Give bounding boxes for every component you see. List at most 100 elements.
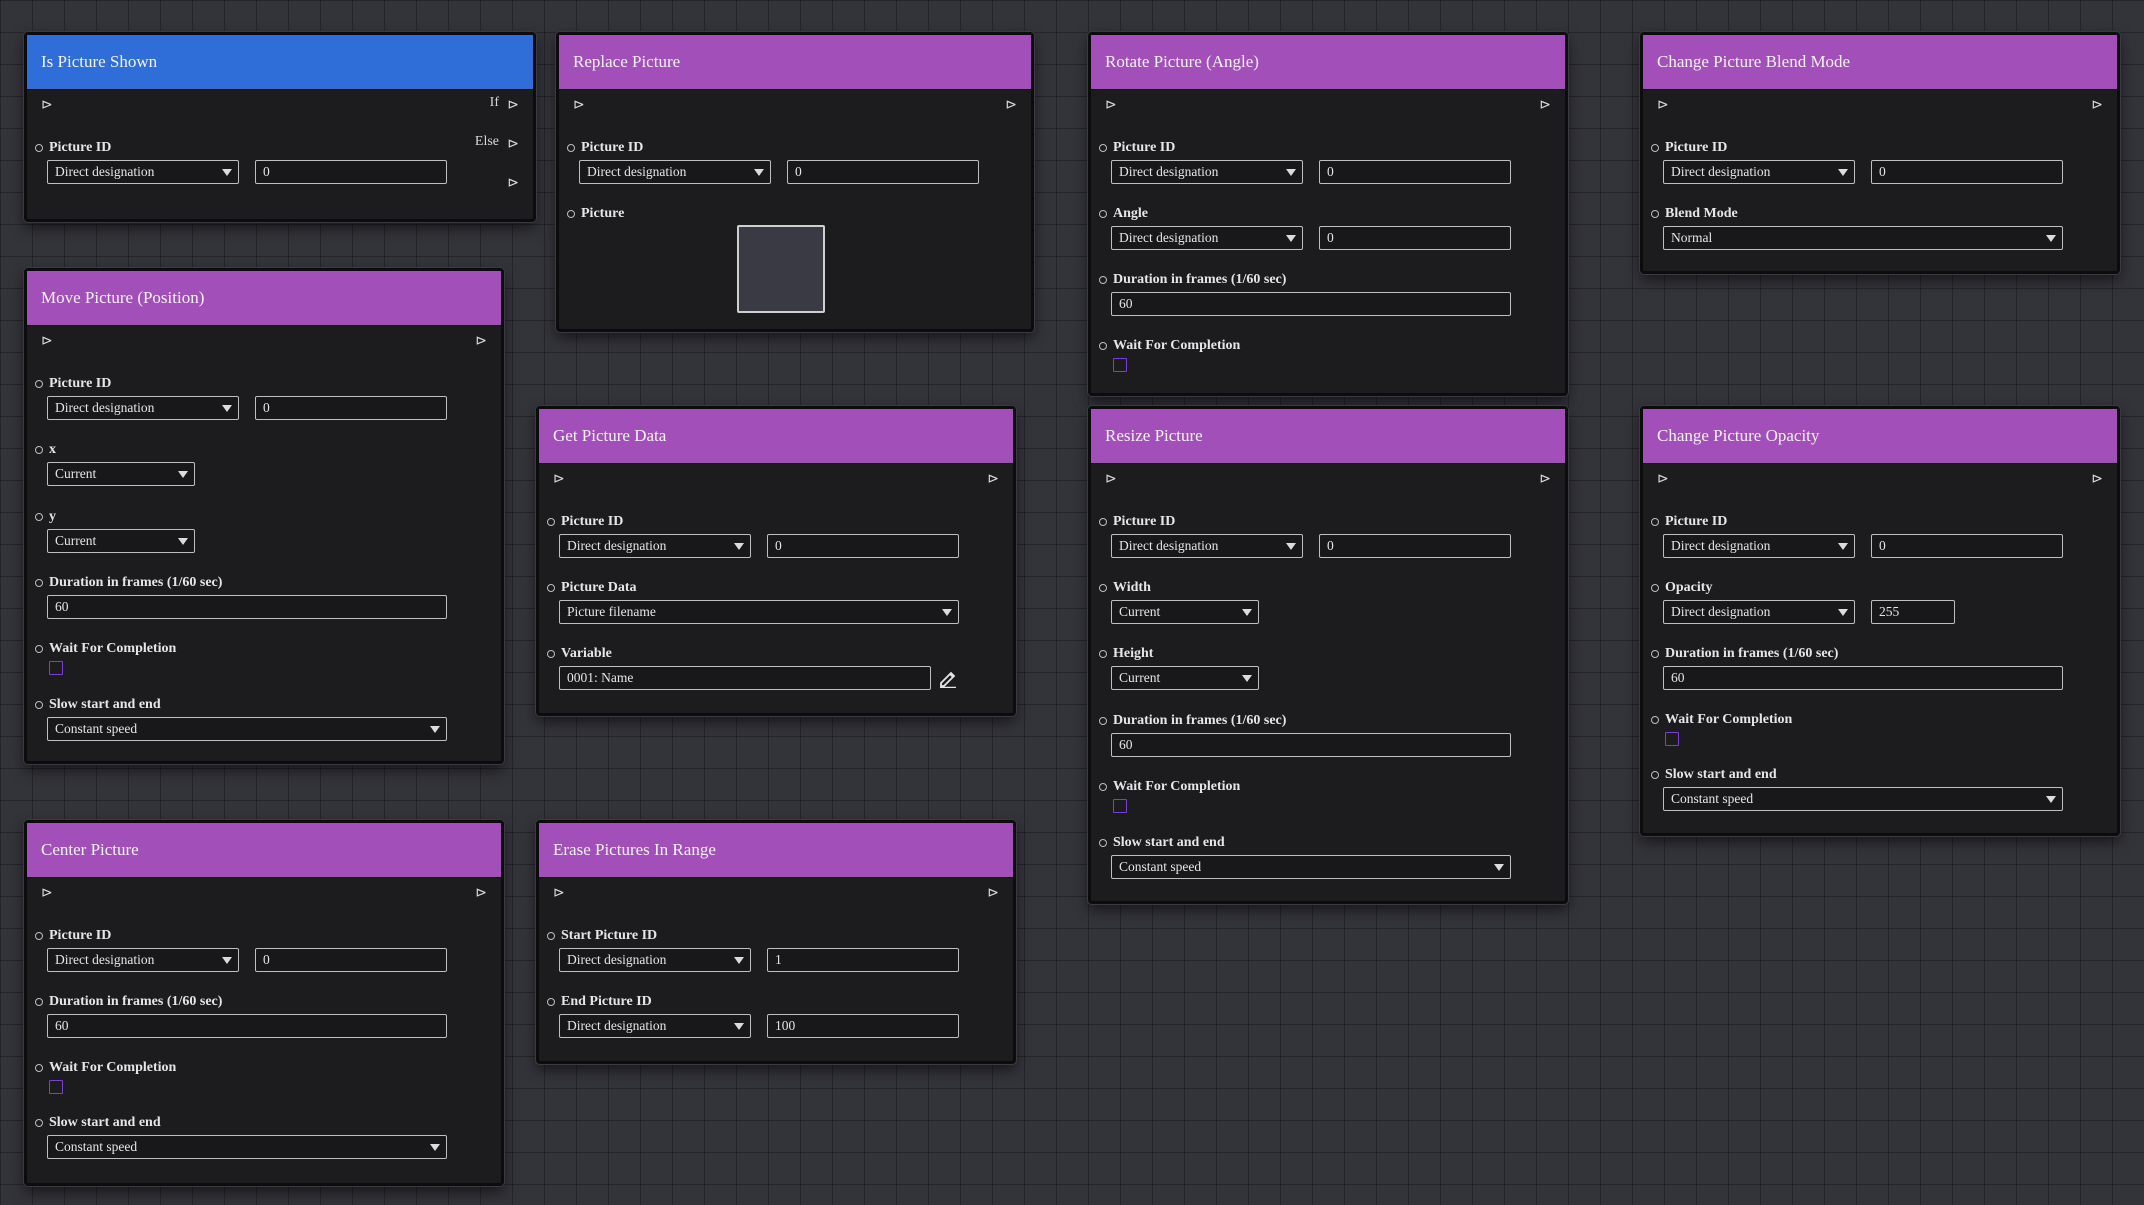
exec-in-pin-icon[interactable]: ⊳: [573, 99, 585, 113]
exec-out-pin-icon[interactable]: ⊳: [1539, 99, 1551, 113]
node-erase-pictures-range[interactable]: Erase Pictures In Range ⊳ ⊳ Start Pictur…: [536, 820, 1016, 1064]
input-pin-icon[interactable]: [1099, 783, 1107, 791]
picture-id-input[interactable]: 0: [787, 160, 979, 184]
input-pin-icon[interactable]: [547, 998, 555, 1006]
exec-in-pin-icon[interactable]: ⊳: [1105, 99, 1117, 113]
input-pin-icon[interactable]: [35, 513, 43, 521]
wait-for-completion-checkbox[interactable]: [1113, 799, 1127, 813]
input-pin-icon[interactable]: [1099, 584, 1107, 592]
input-pin-icon[interactable]: [1651, 650, 1659, 658]
input-pin-icon[interactable]: [35, 446, 43, 454]
picture-id-input[interactable]: 0: [1871, 534, 2063, 558]
wait-for-completion-checkbox[interactable]: [49, 1080, 63, 1094]
node-title[interactable]: Center Picture: [27, 823, 501, 878]
picture-id-input[interactable]: 0: [255, 396, 447, 420]
start-id-mode-select[interactable]: Direct designation: [559, 948, 751, 972]
input-pin-icon[interactable]: [35, 1119, 43, 1127]
picture-data-select[interactable]: Picture filename: [559, 600, 959, 624]
node-title[interactable]: Change Picture Blend Mode: [1643, 35, 2117, 90]
picture-id-mode-select[interactable]: Direct designation: [47, 948, 239, 972]
picture-id-input[interactable]: 0: [767, 534, 959, 558]
picture-id-mode-select[interactable]: Direct designation: [1663, 160, 1855, 184]
input-pin-icon[interactable]: [35, 998, 43, 1006]
node-title[interactable]: Replace Picture: [559, 35, 1031, 90]
exec-in-pin-icon[interactable]: ⊳: [41, 99, 53, 113]
end-id-input[interactable]: 100: [767, 1014, 959, 1038]
input-pin-icon[interactable]: [35, 701, 43, 709]
exec-out-pin-icon[interactable]: ⊳: [1539, 473, 1551, 487]
easing-select[interactable]: Constant speed: [1111, 855, 1511, 879]
input-pin-icon[interactable]: [1651, 716, 1659, 724]
input-pin-icon[interactable]: [1651, 771, 1659, 779]
wait-for-completion-checkbox[interactable]: [49, 661, 63, 675]
exec-out-pin-icon[interactable]: ⊳: [2091, 99, 2103, 113]
exec-out-if-pin-icon[interactable]: ⊳: [507, 99, 519, 113]
exec-in-pin-icon[interactable]: ⊳: [1657, 99, 1669, 113]
angle-input[interactable]: 0: [1319, 226, 1511, 250]
exec-in-pin-icon[interactable]: ⊳: [1105, 473, 1117, 487]
node-title[interactable]: Is Picture Shown: [27, 35, 533, 90]
angle-mode-select[interactable]: Direct designation: [1111, 226, 1303, 250]
picture-id-mode-select[interactable]: Direct designation: [1111, 160, 1303, 184]
picture-id-input[interactable]: 0: [1871, 160, 2063, 184]
input-pin-icon[interactable]: [35, 144, 43, 152]
picture-thumbnail-selector[interactable]: [737, 225, 825, 313]
input-pin-icon[interactable]: [35, 645, 43, 653]
node-is-picture-shown[interactable]: Is Picture Shown ⊳ If ⊳ Else ⊳ ⊳ Picture…: [24, 32, 536, 222]
input-pin-icon[interactable]: [35, 579, 43, 587]
node-replace-picture[interactable]: Replace Picture ⊳ ⊳ Picture ID Direct de…: [556, 32, 1034, 332]
opacity-mode-select[interactable]: Direct designation: [1663, 600, 1855, 624]
picture-id-input[interactable]: 0: [255, 160, 447, 184]
node-title[interactable]: Move Picture (Position): [27, 271, 501, 326]
input-pin-icon[interactable]: [1651, 584, 1659, 592]
width-select[interactable]: Current: [1111, 600, 1259, 624]
picture-id-mode-select[interactable]: Direct designation: [1111, 534, 1303, 558]
input-pin-icon[interactable]: [547, 584, 555, 592]
input-pin-icon[interactable]: [1099, 144, 1107, 152]
exec-out-next-pin-icon[interactable]: ⊳: [507, 177, 519, 191]
duration-input[interactable]: 60: [1111, 292, 1511, 316]
input-pin-icon[interactable]: [35, 1064, 43, 1072]
input-pin-icon[interactable]: [1099, 276, 1107, 284]
height-select[interactable]: Current: [1111, 666, 1259, 690]
exec-in-pin-icon[interactable]: ⊳: [553, 887, 565, 901]
duration-input[interactable]: 60: [1111, 733, 1511, 757]
node-center-picture[interactable]: Center Picture ⊳ ⊳ Picture ID Direct des…: [24, 820, 504, 1186]
input-pin-icon[interactable]: [1651, 518, 1659, 526]
input-pin-icon[interactable]: [567, 144, 575, 152]
node-rotate-picture[interactable]: Rotate Picture (Angle) ⊳ ⊳ Picture ID Di…: [1088, 32, 1568, 396]
input-pin-icon[interactable]: [567, 210, 575, 218]
opacity-input[interactable]: 255: [1871, 600, 1955, 624]
easing-select[interactable]: Constant speed: [47, 1135, 447, 1159]
duration-input[interactable]: 60: [1663, 666, 2063, 690]
picture-id-mode-select[interactable]: Direct designation: [579, 160, 771, 184]
input-pin-icon[interactable]: [547, 650, 555, 658]
picture-id-mode-select[interactable]: Direct designation: [559, 534, 751, 558]
input-pin-icon[interactable]: [1099, 210, 1107, 218]
start-id-input[interactable]: 1: [767, 948, 959, 972]
exec-in-pin-icon[interactable]: ⊳: [1657, 473, 1669, 487]
input-pin-icon[interactable]: [1099, 717, 1107, 725]
exec-out-pin-icon[interactable]: ⊳: [987, 473, 999, 487]
node-change-opacity[interactable]: Change Picture Opacity ⊳ ⊳ Picture ID Di…: [1640, 406, 2120, 836]
exec-out-pin-icon[interactable]: ⊳: [475, 887, 487, 901]
input-pin-icon[interactable]: [1099, 650, 1107, 658]
input-pin-icon[interactable]: [1651, 144, 1659, 152]
exec-out-pin-icon[interactable]: ⊳: [1005, 99, 1017, 113]
pencil-icon[interactable]: [938, 668, 958, 688]
node-change-blend-mode[interactable]: Change Picture Blend Mode ⊳ ⊳ Picture ID…: [1640, 32, 2120, 274]
input-pin-icon[interactable]: [1099, 518, 1107, 526]
node-title[interactable]: Change Picture Opacity: [1643, 409, 2117, 464]
picture-id-mode-select[interactable]: Direct designation: [47, 396, 239, 420]
input-pin-icon[interactable]: [547, 932, 555, 940]
picture-id-input[interactable]: 0: [1319, 160, 1511, 184]
wait-for-completion-checkbox[interactable]: [1113, 358, 1127, 372]
exec-in-pin-icon[interactable]: ⊳: [41, 887, 53, 901]
y-select[interactable]: Current: [47, 529, 195, 553]
exec-in-pin-icon[interactable]: ⊳: [553, 473, 565, 487]
input-pin-icon[interactable]: [547, 518, 555, 526]
picture-id-mode-select[interactable]: Direct designation: [1663, 534, 1855, 558]
exec-out-else-pin-icon[interactable]: ⊳: [507, 138, 519, 152]
easing-select[interactable]: Constant speed: [1663, 787, 2063, 811]
input-pin-icon[interactable]: [35, 932, 43, 940]
